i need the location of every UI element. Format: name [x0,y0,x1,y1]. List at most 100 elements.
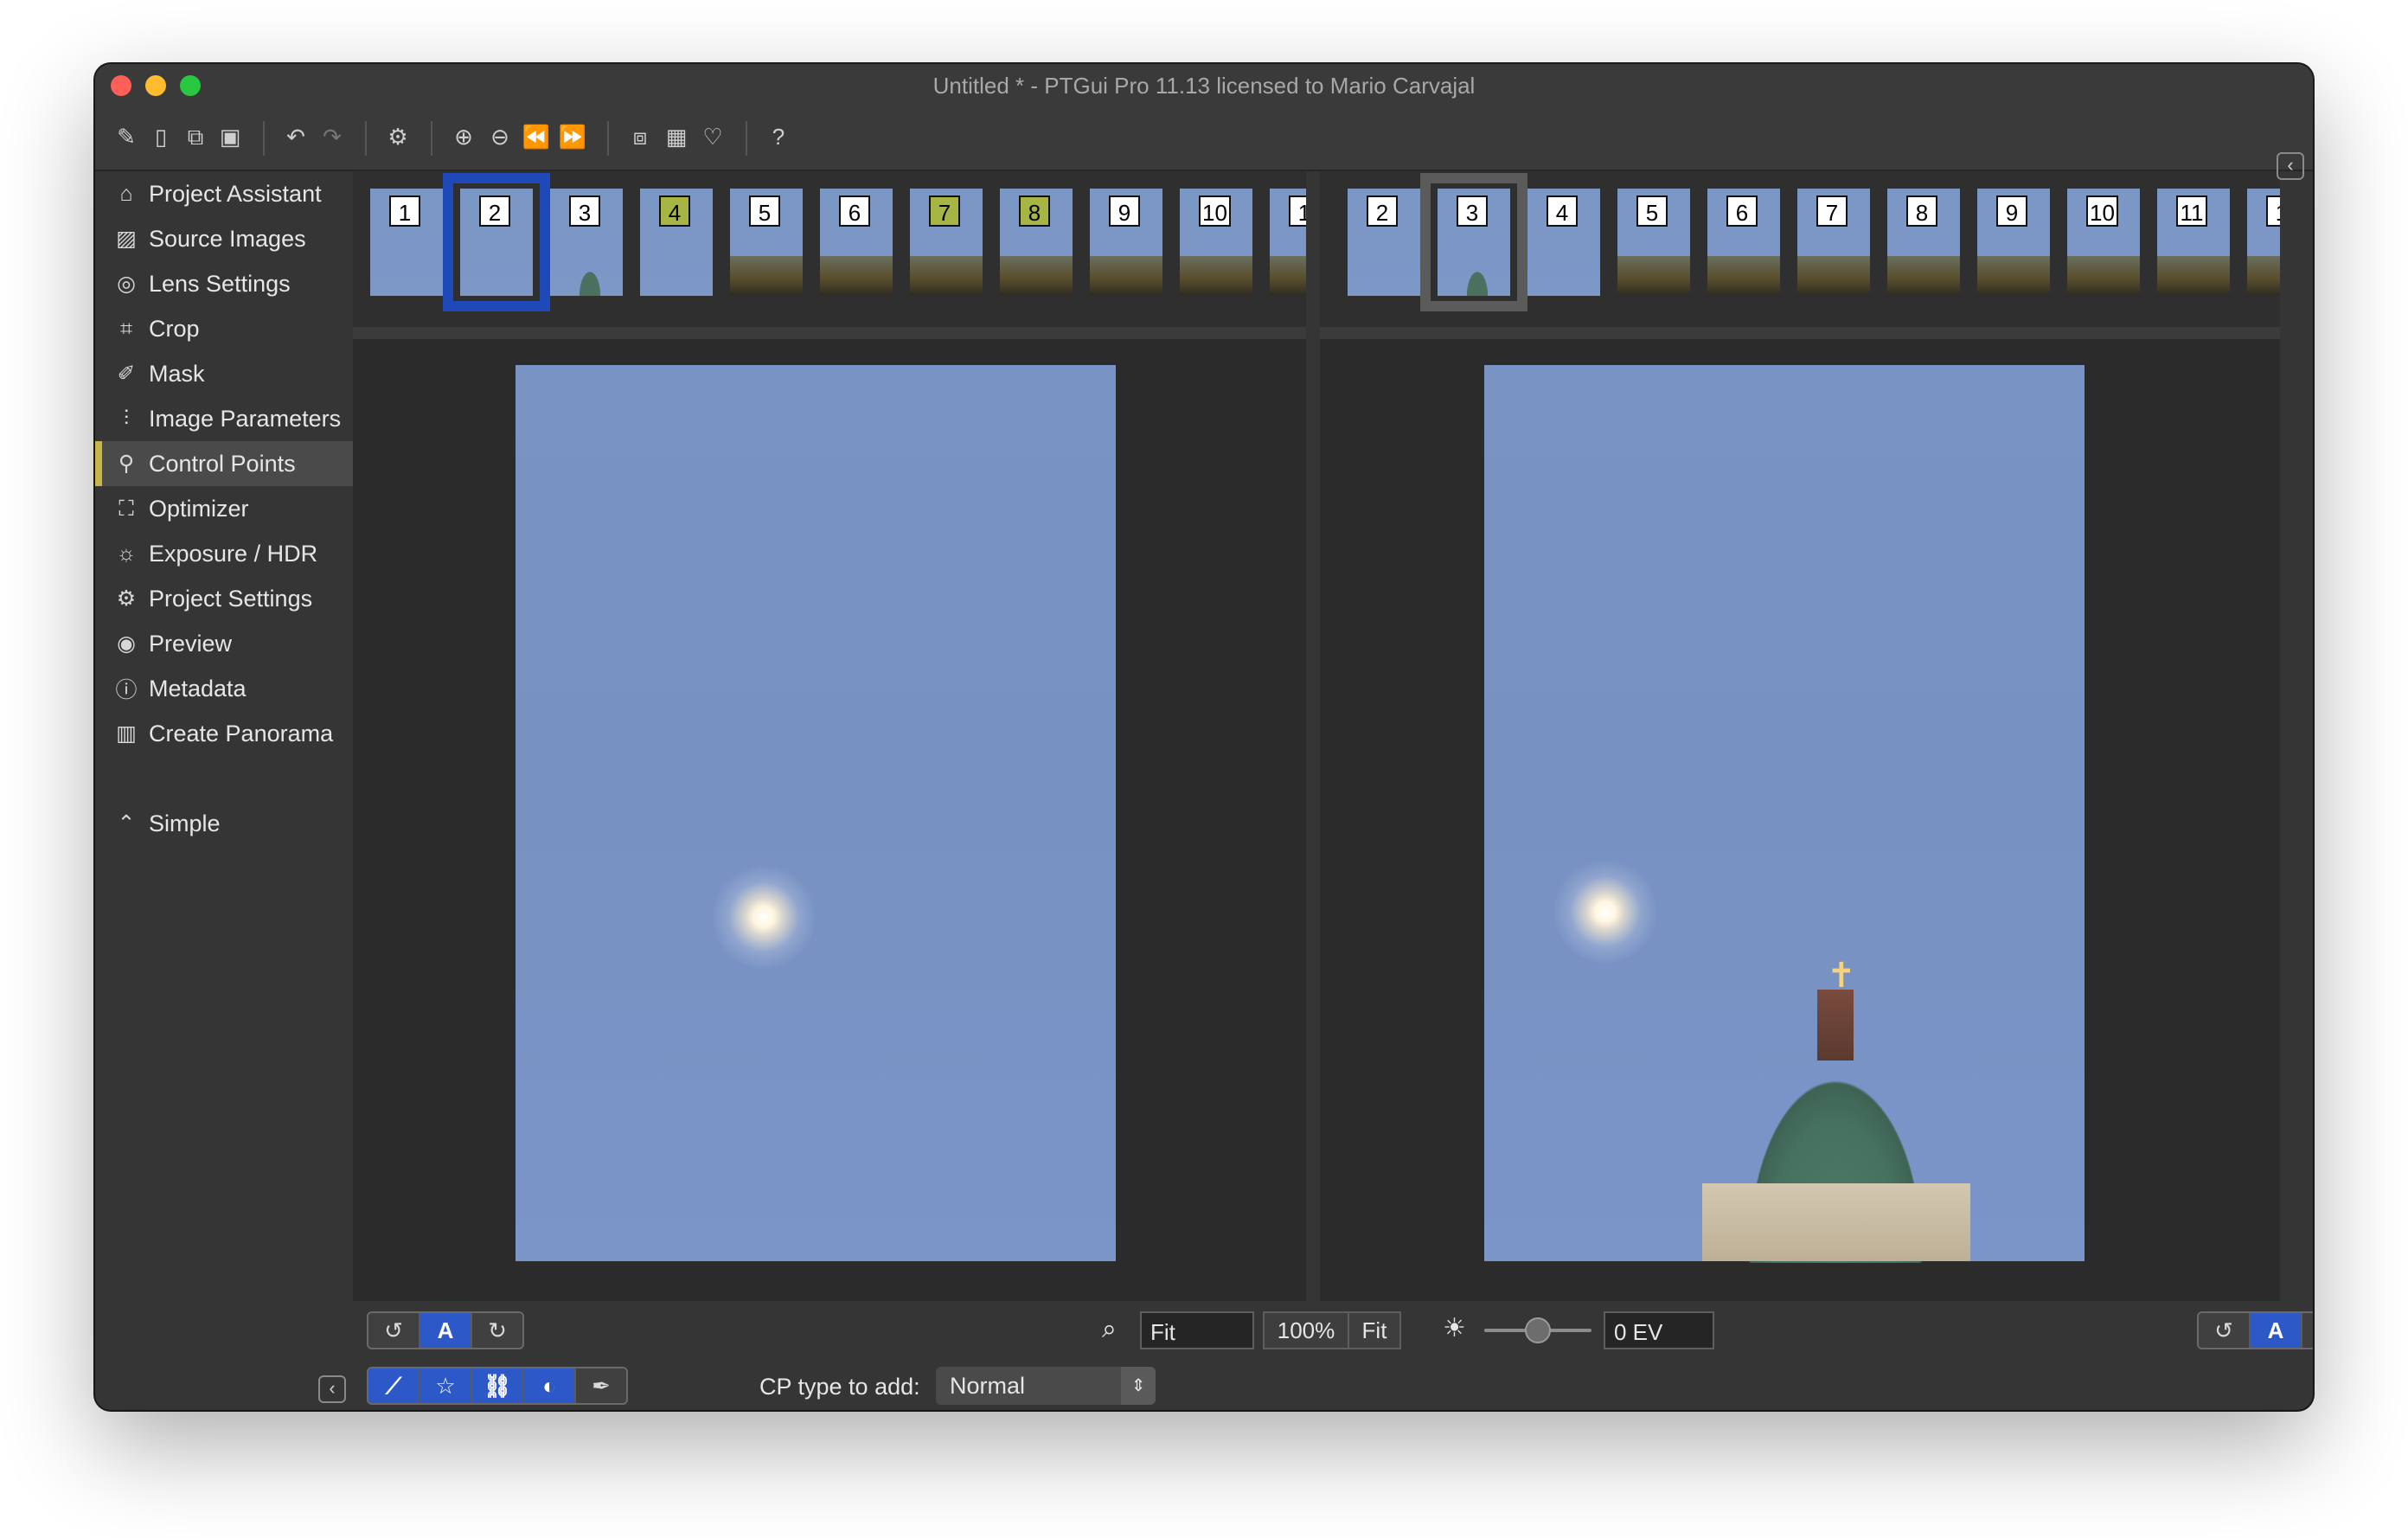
thumbnail-number: 9 [1996,195,2027,227]
right-image-viewer[interactable]: ✝ [1320,339,2280,1301]
left-thumbnail-strip[interactable]: 123456789101 [353,171,1306,339]
thumbnail[interactable]: 10 [1180,189,1252,296]
save-icon[interactable]: ▣ [213,119,247,154]
thumbnail[interactable]: 1 [1270,189,1306,296]
fast-forward-icon[interactable]: ⏩ [555,119,590,154]
copy-icon[interactable]: ⧉ [178,119,213,154]
thumbnail[interactable]: 1 [2247,189,2280,296]
rotate-right-icon[interactable]: ↻ [2302,1313,2313,1348]
collapse-sidebar-button[interactable]: ‹ [318,1375,346,1403]
thumbnail[interactable]: 5 [1617,189,1690,296]
sidebar-item-source-images[interactable]: ▨ Source Images [95,216,353,261]
thumbnail-number: 7 [929,195,960,227]
thumbnail[interactable]: 7 [1797,189,1870,296]
image-parameters-icon: ⫶ [123,406,130,431]
sidebar-item-project-assistant[interactable]: ⌂ Project Assistant [95,171,353,216]
sidebar-item-project-settings[interactable]: ⚙ Project Settings [95,576,353,621]
contrast-tool-icon[interactable]: ◐ [524,1368,576,1403]
thumbnail[interactable]: 8 [1000,189,1073,296]
rewind-icon[interactable]: ⏪ [519,119,554,154]
sidebar-item-create-panorama[interactable]: ▥ Create Panorama [95,711,353,756]
link-tool-icon[interactable]: ⛓ [472,1368,524,1403]
thumbnail-number: 1 [389,195,420,227]
thumbnail[interactable]: 6 [820,189,893,296]
right-image-pane: 2345678910111 ✝ [1320,171,2280,1301]
rotate-left-icon[interactable]: ↺ [368,1313,420,1348]
thumbnail[interactable]: 6 [1707,189,1780,296]
sidebar-item-simple[interactable]: ⌃ Simple [95,801,353,846]
thumbnail[interactable]: 11 [2157,189,2230,296]
thumbnail[interactable]: 4 [640,189,713,296]
mask-tool-icon[interactable]: ✒ [576,1368,626,1403]
sidebar-item-optimizer[interactable]: ⛶ Optimizer [95,486,353,531]
thumbnail-number: 2 [1367,195,1398,227]
title-bar: Untitled * - PTGui Pro 11.13 licensed to… [95,64,2313,107]
new-document-icon[interactable]: ▯ [144,119,178,154]
thumbnail[interactable]: 3 [550,189,623,296]
help-icon[interactable]: ? [761,119,796,154]
sidebar-item-metadata[interactable]: ⓘ Metadata [95,666,353,711]
sidebar-item-preview[interactable]: ◉ Preview [95,621,353,666]
redo-icon[interactable]: ↷ [315,119,349,154]
sidebar-item-mask[interactable]: ✐ Mask [95,351,353,396]
zoom-fit-button[interactable]: Fit [1348,1311,1401,1349]
thumbnail[interactable]: 1 [370,189,443,296]
thumbnail[interactable]: 5 [730,189,803,296]
thumbnail-number: 4 [659,195,690,227]
thumbnail[interactable]: 9 [1977,189,2050,296]
thumbnail-number: 6 [1726,195,1758,227]
sun-glow [1553,860,1657,964]
expand-panel-button[interactable]: ‹ [2277,152,2304,180]
dome-cross: ✝ [1827,957,1856,995]
left-image-viewer[interactable] [353,339,1306,1301]
zoom-out-icon[interactable]: ⊖ [483,119,517,154]
thumbnail-number: 3 [569,195,600,227]
sidebar-item-control-points[interactable]: ⚲ Control Points [95,441,353,486]
sun-glow [712,865,816,969]
thumbnail-number: 8 [1906,195,1937,227]
exposure-input[interactable]: 0 EV [1604,1311,1714,1349]
add-control-point-tool-icon[interactable]: ⟋ [368,1368,420,1403]
grid-icon[interactable]: ▦ [659,119,694,154]
undo-icon[interactable]: ↶ [279,119,313,154]
thumbnail[interactable]: 9 [1090,189,1162,296]
cp-type-value: Normal [950,1373,1026,1399]
auto-button[interactable]: A [2251,1313,2302,1348]
sidebar-item-lens-settings[interactable]: ◎ Lens Settings [95,261,353,306]
sidebar-item-label: Metadata [149,675,247,702]
source-images-icon: ▨ [116,227,137,251]
auto-button[interactable]: A [420,1313,472,1348]
thumbnail[interactable]: 7 [910,189,983,296]
gear-icon[interactable]: ⚙ [381,119,415,154]
lightbulb-icon[interactable]: ♡ [695,119,730,154]
zoom-input[interactable]: Fit [1140,1311,1254,1349]
right-thumbnail-strip[interactable]: 2345678910111 [1320,171,2280,339]
layers-icon[interactable]: ⧈ [623,119,657,154]
left-image[interactable] [516,365,1116,1261]
project-assistant-icon: ⌂ [119,181,133,206]
thumbnail[interactable]: 10 [2067,189,2140,296]
toolbar-separator [607,121,609,156]
sidebar-item-image-parameters[interactable]: ⫶ Image Parameters [95,396,353,441]
exposure-slider-knob[interactable] [1525,1317,1551,1343]
rotate-left-icon[interactable]: ↺ [2199,1313,2251,1348]
zoom-in-icon[interactable]: ⊕ [446,119,481,154]
sidebar-item-label: Crop [149,315,200,342]
thumbnail-number: 11 [2176,195,2207,227]
edit-icon[interactable]: ✎ [109,119,144,154]
cp-type-select[interactable]: Normal ⇕ [936,1367,1156,1405]
zoom-100-button[interactable]: 100% [1263,1311,1349,1349]
sidebar-item-exposure-hdr[interactable]: ☼ Exposure / HDR [95,531,353,576]
sidebar-item-label: Mask [149,360,205,387]
left-rotate-group: ↺ A ↻ [367,1311,524,1349]
main-toolbar: ✎ ▯ ⧉ ▣ ↶ ↷ ⚙ ⊕ ⊖ ⏪ ⏩ ⧈ ▦ ♡ ? [95,107,2313,171]
thumbnail[interactable]: 4 [1527,189,1600,296]
right-image[interactable]: ✝ [1484,365,2085,1263]
sidebar-item-crop[interactable]: ⌗ Crop [95,306,353,351]
star-tool-icon[interactable]: ☆ [420,1368,472,1403]
thumbnail[interactable]: 8 [1887,189,1960,296]
rotate-right-icon[interactable]: ↻ [472,1313,522,1348]
sidebar-item-label: Project Assistant [149,180,322,207]
thumbnail[interactable]: 2 [1348,189,1420,296]
toolbar-separator [746,121,747,156]
